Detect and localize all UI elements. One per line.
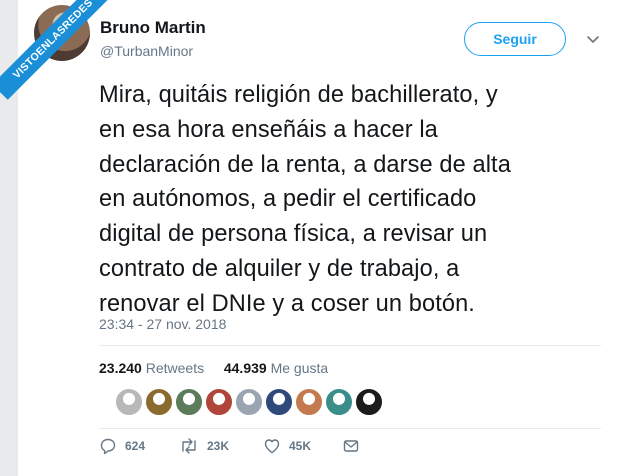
envelope-icon xyxy=(343,440,359,452)
reply-action[interactable]: 624 xyxy=(99,437,145,455)
chevron-down-icon[interactable] xyxy=(584,30,602,48)
liker-2-avatar[interactable] xyxy=(145,388,173,416)
tweet-timestamp[interactable]: 23:34 - 27 nov. 2018 xyxy=(99,316,226,332)
tweet-line: declaración de la renta, a darse de alta xyxy=(99,151,511,178)
reply-icon xyxy=(100,438,116,455)
like-count: 45K xyxy=(289,439,312,453)
message-action[interactable] xyxy=(342,437,368,455)
author-name[interactable]: Bruno Martin xyxy=(100,18,206,38)
tweet-line: digital de persona física, a revisar un xyxy=(99,221,488,248)
reply-count: 624 xyxy=(125,439,146,453)
liker-1-avatar[interactable] xyxy=(115,388,143,416)
liker-6-avatar[interactable] xyxy=(265,388,293,416)
heart-icon xyxy=(264,439,280,454)
retweet-icon xyxy=(182,438,196,454)
tweet-stats: 23.240 Retweets 44.939 Me gusta xyxy=(99,360,328,376)
tweet-line: en esa hora enseñáis a hacer la xyxy=(99,116,438,143)
liker-4-avatar[interactable] xyxy=(205,388,233,416)
liker-7-avatar[interactable] xyxy=(295,388,323,416)
liker-5-avatar[interactable] xyxy=(235,388,263,416)
tweet-line: contrato de alquiler y de trabajo, a xyxy=(99,255,460,282)
retweets-count[interactable]: 23.240 xyxy=(99,360,142,376)
retweet-count: 23K xyxy=(207,439,230,453)
author-handle[interactable]: @TurbanMinor xyxy=(100,43,193,59)
liker-9-avatar[interactable] xyxy=(355,388,383,416)
liker-3-avatar[interactable] xyxy=(175,388,203,416)
likes-label[interactable]: Me gusta xyxy=(271,360,329,376)
likes-count[interactable]: 44.939 xyxy=(224,360,267,376)
tweet-text: Mira, quitáis religión de bachillerato, … xyxy=(99,78,619,322)
liker-8-avatar[interactable] xyxy=(325,388,353,416)
retweet-action[interactable]: 23K xyxy=(179,437,229,455)
tweet-line: en autónomos, a pedir el certificado xyxy=(99,186,477,213)
retweets-label[interactable]: Retweets xyxy=(146,360,204,376)
divider xyxy=(99,345,601,346)
like-action[interactable]: 45K xyxy=(263,437,311,455)
tweet-card: Bruno Martin @TurbanMinor Seguir Mira, q… xyxy=(18,0,619,476)
divider xyxy=(99,428,601,429)
tweet-line: Mira, quitáis religión de bachillerato, … xyxy=(99,82,498,108)
follow-button[interactable]: Seguir xyxy=(464,22,566,56)
